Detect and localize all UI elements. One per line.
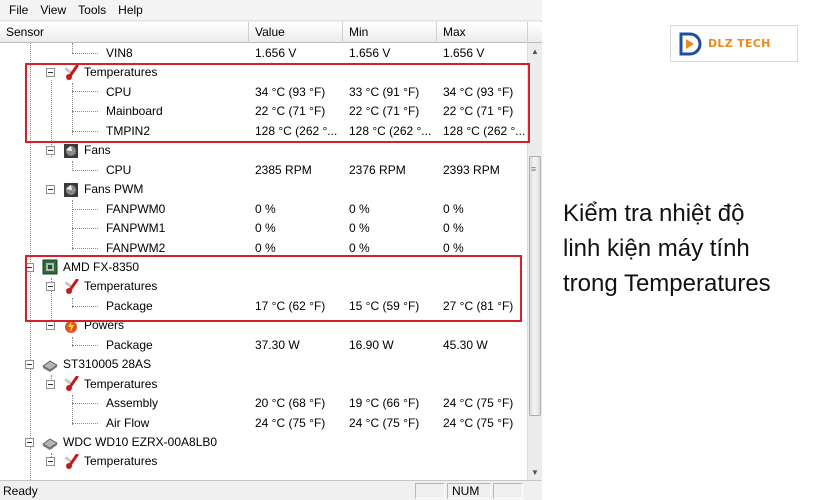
collapse-toggle-icon[interactable] [46, 457, 55, 467]
sensor-min-cell: 1.656 V [349, 46, 391, 60]
scroll-up-arrow-icon[interactable]: ▲ [528, 43, 542, 59]
sensor-label: Fans PWM [84, 182, 144, 197]
thermometer-icon [63, 376, 79, 392]
scroll-grip-icon: ≡ [531, 164, 537, 174]
tree-group-row[interactable]: Fans PWM [0, 180, 527, 199]
scroll-down-arrow-icon[interactable]: ▼ [528, 464, 542, 480]
menu-bar: File View Tools Help [0, 0, 542, 21]
sensor-value-cell: 1.656 V [255, 46, 297, 60]
collapse-toggle-icon[interactable] [25, 438, 34, 447]
table-row[interactable]: CPU 2385 RPM 2376 RPM 2393 RPM [0, 161, 527, 180]
fan-icon [63, 182, 79, 198]
sensor-label: CPU [106, 162, 132, 177]
sensor-label: Air Flow [106, 415, 150, 430]
sensor-value-cell: 37.30 W [255, 337, 300, 352]
table-row[interactable]: VIN8 1.656 V 1.656 V 1.656 V [0, 44, 527, 63]
sensor-label: WDC WD10 EZRX-00A8LB0 [63, 435, 218, 449]
collapse-toggle-icon[interactable] [46, 185, 55, 195]
column-value[interactable]: Value [249, 22, 343, 43]
status-pane-empty [415, 483, 445, 499]
caption-line-2: linh kiện máy tính [563, 235, 750, 262]
column-min[interactable]: Min [343, 22, 437, 43]
tree-group-row[interactable]: WDC WD10 EZRX-00A8LB0 [0, 433, 527, 452]
sensor-max-cell: 0 % [443, 221, 464, 236]
table-row[interactable]: Package 37.30 W 16.90 W 45.30 W [0, 336, 527, 355]
table-row[interactable]: Air Flow 24 °C (75 °F) 24 °C (75 °F) 24 °C … [0, 414, 527, 433]
tree-group-row[interactable]: ST310005 28AS [0, 355, 527, 374]
sensor-value-cell: 2385 RPM [255, 162, 312, 177]
table-row[interactable]: FANPWM1 0 % 0 % 0 % [0, 219, 527, 238]
collapse-toggle-icon[interactable] [46, 321, 55, 331]
caption-line-3: trong Temperatures [563, 270, 771, 297]
sensor-min-cell: 0 % [349, 201, 370, 216]
fan-icon [63, 143, 79, 159]
collapse-toggle-icon[interactable] [46, 146, 55, 156]
table-row[interactable]: Assembly 20 °C (68 °F) 19 °C (66 °F) 24 °C … [0, 394, 527, 413]
thermometer-icon [63, 453, 79, 470]
dlz-logo-mark-icon [677, 31, 703, 57]
logo-brand-text: DLZ TECH [708, 37, 771, 50]
column-max[interactable]: Max [437, 22, 528, 43]
sensor-max-cell: 24 °C (75 °F) [443, 396, 514, 411]
caption-line-1: Kiểm tra nhiệt độ [563, 200, 745, 227]
sensor-max-cell: 24 °C (75 °F) [443, 415, 514, 430]
sensor-max-cell: 0 % [443, 201, 464, 216]
sensor-label: FANPWM0 [106, 201, 166, 216]
sensor-label: Temperatures [84, 376, 158, 391]
sensor-label: Fans [84, 143, 111, 158]
menu-tools[interactable]: Tools [72, 0, 112, 20]
column-sensor[interactable]: Sensor [0, 22, 249, 43]
sensor-label: ST310005 28AS [63, 357, 152, 372]
sensor-label: Assembly [106, 396, 159, 411]
highlight-box-temperatures [25, 63, 530, 143]
sensor-min-cell: 16.90 W [349, 337, 394, 352]
tree-group-row[interactable]: Temperatures [0, 375, 527, 394]
sensor-label: FANPWM1 [106, 221, 166, 236]
sensor-min-cell: 19 °C (66 °F) [349, 396, 420, 411]
sensor-min-cell: 0 % [349, 221, 370, 236]
sensor-value-cell: 24 °C (75 °F) [255, 415, 326, 430]
caption-text: Kiểm tra nhiệt độ linh kiện máy tính tro… [563, 196, 833, 301]
status-bar: Ready NUM [0, 480, 542, 500]
status-pane-scroll [493, 483, 523, 499]
menu-help[interactable]: Help [112, 0, 149, 20]
dlz-tech-logo: DLZ TECH [670, 25, 798, 62]
collapse-toggle-icon[interactable] [46, 379, 55, 389]
status-num: NUM [447, 483, 491, 499]
menu-file[interactable]: File [3, 0, 34, 20]
status-text: Ready [3, 484, 38, 498]
sensor-label: Package [106, 337, 153, 352]
hard-disk-icon [42, 435, 58, 451]
scroll-thumb[interactable] [529, 156, 541, 416]
sensor-max-cell: 1.656 V [443, 46, 485, 60]
tree-group-row[interactable]: Fans [0, 141, 527, 160]
collapse-toggle-icon[interactable] [25, 360, 34, 370]
sensor-label: Temperatures [84, 454, 158, 469]
sensor-max-cell: 45.30 W [443, 337, 488, 352]
table-row[interactable]: FANPWM0 0 % 0 % 0 % [0, 200, 527, 219]
sensor-value-cell: 0 % [255, 221, 276, 236]
sensor-label: VIN8 [106, 46, 133, 60]
sensor-max-cell: 2393 RPM [443, 162, 500, 177]
highlight-box-package [25, 255, 522, 322]
hard-disk-icon [42, 357, 58, 373]
sensor-value-cell: 20 °C (68 °F) [255, 396, 326, 411]
sensor-min-cell: 24 °C (75 °F) [349, 415, 420, 430]
menu-view[interactable]: View [34, 0, 72, 20]
sensor-min-cell: 2376 RPM [349, 162, 406, 177]
column-header: Sensor Value Min Max [0, 22, 542, 43]
sensor-value-cell: 0 % [255, 201, 276, 216]
tree-group-row[interactable]: Temperatures [0, 452, 527, 471]
